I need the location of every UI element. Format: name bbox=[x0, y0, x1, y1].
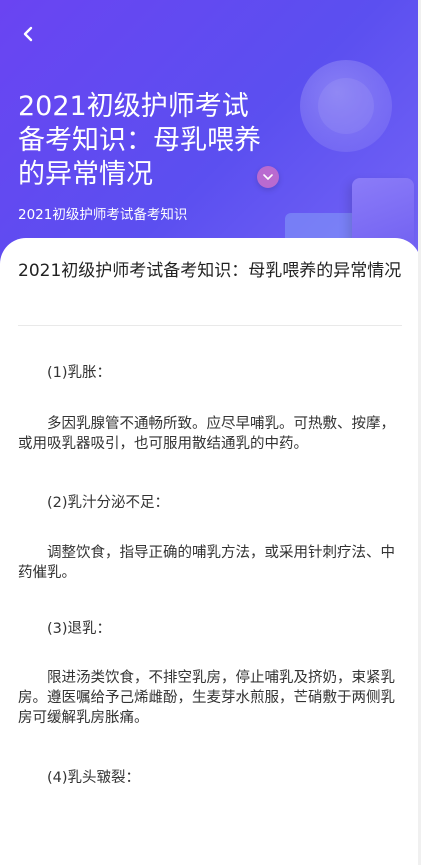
article-paragraph: 多因乳腺管不通畅所致。应尽早哺乳。可热敷、按摩，或用吸乳器吸引，也可服用散结通乳… bbox=[18, 416, 395, 452]
article-paragraph: 限进汤类饮食，不排空乳房，停止哺乳及挤奶，束紧乳房。遵医嘱给予己烯雌酚，生麦芽水… bbox=[18, 670, 395, 726]
article-title: 2021初级护师考试备考知识：母乳喂养的异常情况 bbox=[18, 261, 402, 281]
article-paragraph: (3)退乳： bbox=[47, 621, 112, 637]
article-paragraph: (4)乳头皲裂： bbox=[47, 770, 141, 786]
article-paragraph: 调整饮食，指导正确的哺乳方法，或采用针刺疗法、中药催乳。 bbox=[18, 545, 395, 581]
page-subtitle: 2021初级护师考试备考知识 bbox=[18, 207, 188, 223]
page-title: 2021初级护师考试备考知识：母乳喂养的异常情况 bbox=[18, 91, 261, 190]
article-card: 2021初级护师考试备考知识：母乳喂养的异常情况 (1)乳胀： 多因乳腺管不通畅… bbox=[0, 238, 421, 865]
divider bbox=[18, 325, 402, 326]
header-banner: 2021初级护师考试备考知识：母乳喂养的异常情况 2021初级护师考试备考知识 bbox=[0, 0, 421, 270]
decorative-circle-inner bbox=[318, 78, 374, 134]
chevron-left-icon bbox=[23, 26, 33, 42]
back-button[interactable] bbox=[14, 20, 42, 48]
article-paragraph: (2)乳汁分泌不足： bbox=[47, 495, 170, 511]
article-paragraph: (1)乳胀： bbox=[47, 365, 112, 381]
